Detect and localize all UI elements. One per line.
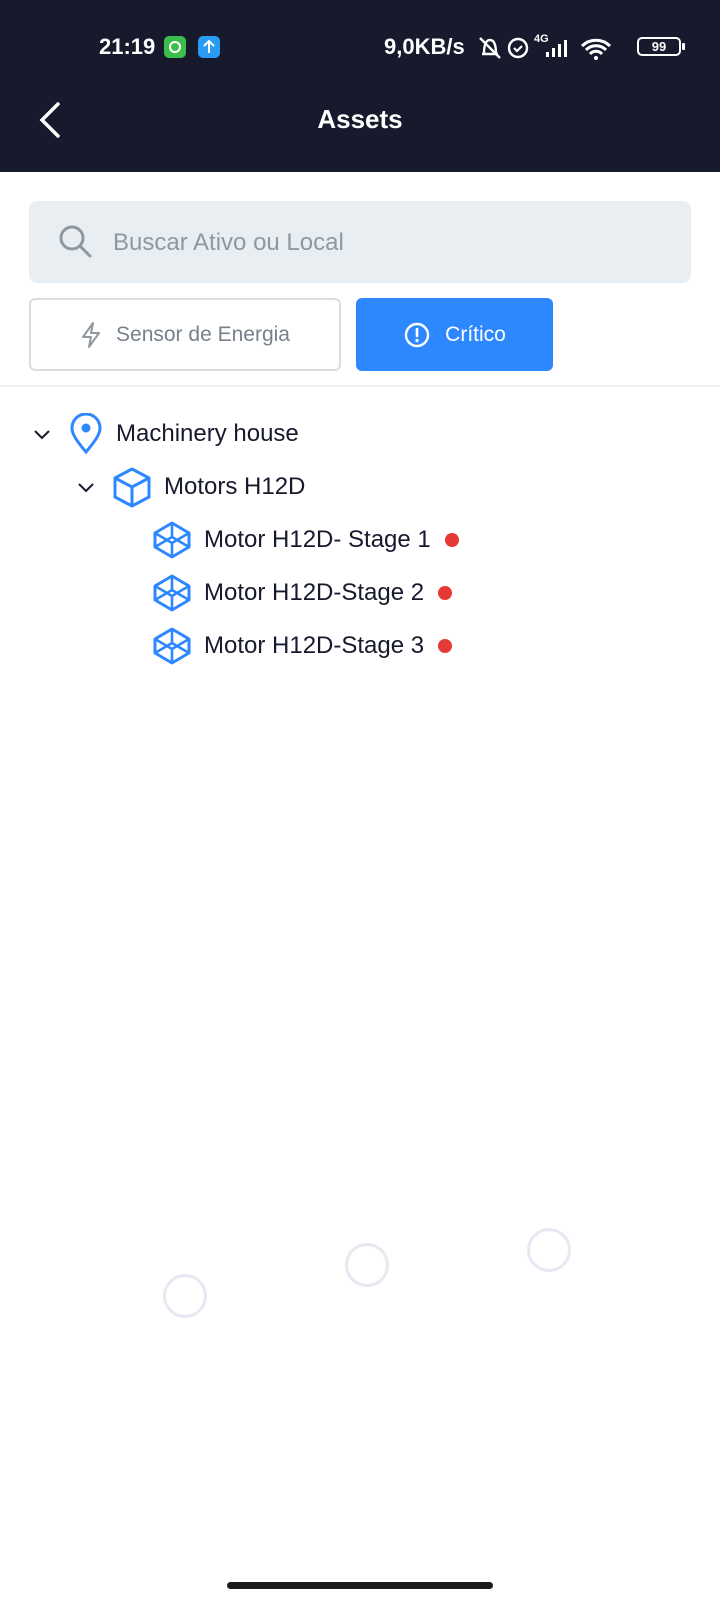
tree-item-component[interactable]: Motor H12D-Stage 3 bbox=[152, 622, 453, 670]
tree-item-component[interactable]: Motor H12D-Stage 2 bbox=[152, 569, 453, 617]
battery-indicator: 99 bbox=[637, 37, 685, 56]
search-icon bbox=[59, 225, 92, 258]
status-bar: 21:19 9,0KB/s 4G 99 bbox=[0, 30, 720, 66]
tree-item-label: Motors H12D bbox=[164, 473, 306, 500]
lightning-bolt-icon bbox=[82, 321, 101, 348]
component-icon bbox=[153, 574, 191, 612]
loading-indicator bbox=[163, 1274, 207, 1318]
home-indicator[interactable] bbox=[227, 1582, 493, 1589]
page-title: Assets bbox=[317, 104, 403, 134]
loading-indicator bbox=[527, 1228, 571, 1272]
chevron-down-icon[interactable] bbox=[74, 475, 98, 499]
critical-filter-button[interactable]: Crítico bbox=[356, 298, 553, 371]
critical-filter-label: Crítico bbox=[445, 322, 506, 346]
energy-sensor-filter-label: Sensor de Energia bbox=[116, 322, 290, 346]
critical-status-dot bbox=[444, 533, 459, 547]
search-bar[interactable] bbox=[29, 201, 691, 283]
tree-item-label: Machinery house bbox=[116, 420, 299, 447]
critical-status-dot bbox=[438, 639, 453, 653]
component-icon bbox=[153, 627, 191, 665]
location-pin-icon bbox=[70, 413, 102, 455]
system-status-icons: 4G bbox=[479, 33, 612, 60]
energy-sensor-filter-button[interactable]: Sensor de Energia bbox=[29, 298, 341, 371]
upload-notification-icon bbox=[198, 36, 220, 58]
component-icon bbox=[153, 521, 191, 559]
critical-status-dot bbox=[438, 586, 453, 600]
tree-item-location[interactable]: Machinery house bbox=[30, 410, 299, 458]
tree-item-label: Motor H12D-Stage 3 bbox=[204, 632, 425, 659]
cube-icon bbox=[113, 467, 151, 508]
status-time: 21:19 bbox=[99, 34, 156, 59]
tree-item-component[interactable]: Motor H12D- Stage 1 bbox=[152, 516, 459, 564]
chevron-down-icon[interactable] bbox=[30, 422, 54, 446]
network-type: 4G bbox=[534, 33, 549, 45]
loading-indicator bbox=[345, 1243, 389, 1287]
tree-item-asset[interactable]: Motors H12D bbox=[74, 463, 305, 511]
divider bbox=[0, 385, 720, 387]
search-input[interactable] bbox=[111, 221, 675, 265]
tree-item-label: Motor H12D- Stage 1 bbox=[204, 526, 431, 553]
top-app-bar: 21:19 9,0KB/s 4G 99 Assets bbox=[0, 0, 720, 172]
alert-circle-icon bbox=[404, 322, 430, 347]
app-notification-icon bbox=[164, 36, 186, 58]
network-speed: 9,0KB/s bbox=[384, 34, 465, 59]
tree-item-label: Motor H12D-Stage 2 bbox=[204, 579, 425, 606]
